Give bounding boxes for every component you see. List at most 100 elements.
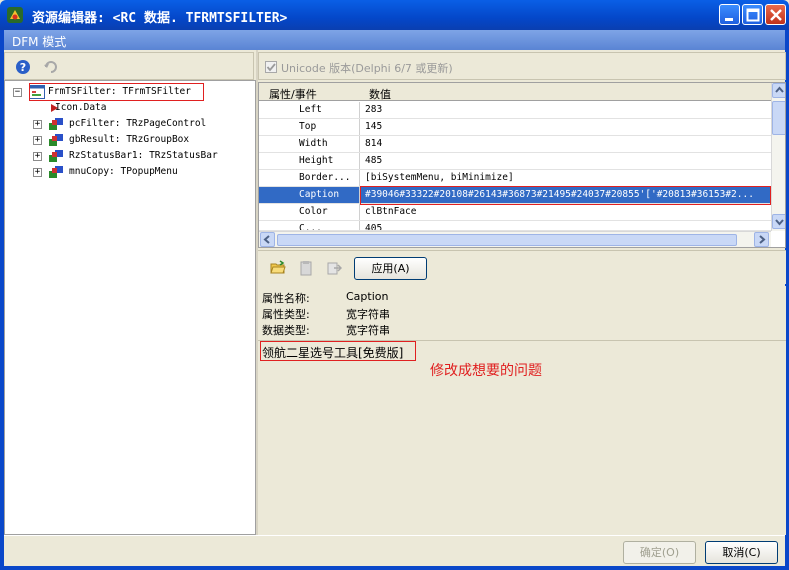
annotation-note: 修改成想要的问题 — [430, 363, 542, 379]
undo-icon[interactable] — [43, 59, 59, 75]
mode-label: DFM 模式 — [12, 35, 67, 49]
property-name: Height — [299, 155, 334, 166]
cancel-button[interactable]: 取消(C) — [705, 541, 778, 564]
property-value[interactable]: [biSystemMenu, biMinimize] — [365, 172, 514, 183]
property-name: Caption — [299, 189, 340, 200]
info-value: 宽字符串 — [346, 324, 390, 337]
expand-icon[interactable]: + — [33, 168, 42, 177]
grid-row[interactable]: Height 485 — [259, 153, 771, 170]
title-bar[interactable]: 资源编辑器: <RC 数据. TFRMTSFILTER> — [0, 0, 789, 30]
grid-row[interactable]: Left 283 — [259, 102, 771, 119]
collapse-icon[interactable]: − — [13, 88, 22, 97]
grid-row[interactable]: Width 814 — [259, 136, 771, 153]
property-info-panel: 属性名称: Caption 属性类型: 宽字符串 数据类型: 宽字符串 — [258, 286, 786, 340]
component-icon — [49, 166, 63, 178]
maximize-button[interactable] — [742, 4, 763, 25]
tree-item-label: mnuCopy: TPopupMenu — [69, 166, 178, 177]
tree-item[interactable]: + RzStatusBar1: TRzStatusBar — [5, 148, 255, 164]
header-property[interactable]: 属性/事件 — [269, 86, 317, 102]
info-row: 属性类型: 宽字符串 — [262, 306, 782, 322]
property-value[interactable]: 283 — [365, 104, 382, 115]
tree-item[interactable]: + pcFilter: TRzPageControl — [5, 116, 255, 132]
info-row: 数据类型: 宽字符串 — [262, 322, 782, 338]
open-folder-icon[interactable] — [270, 260, 286, 276]
scroll-down-button[interactable] — [772, 214, 785, 229]
info-key: 属性名称: — [262, 292, 310, 305]
caption-highlight-box — [360, 186, 771, 205]
component-icon — [49, 118, 63, 130]
property-value[interactable]: clBtnFace — [365, 206, 416, 217]
property-value[interactable]: 485 — [365, 155, 382, 166]
arrow-down-icon — [775, 219, 784, 226]
checkmark-icon — [266, 63, 276, 72]
property-value[interactable]: 814 — [365, 138, 382, 149]
value-toolbar: 应用(A) — [258, 250, 786, 284]
mode-bar: DFM 模式 — [4, 30, 785, 50]
column-divider — [359, 119, 360, 135]
grid-header: 属性/事件 数值 — [259, 83, 771, 101]
close-button[interactable] — [765, 4, 786, 25]
unicode-label: Unicode 版本(Delphi 6/7 或更新) — [281, 62, 453, 75]
arrow-right-icon — [759, 235, 766, 244]
property-value[interactable]: 145 — [365, 121, 382, 132]
column-divider — [359, 204, 360, 220]
info-value: Caption — [346, 290, 389, 303]
property-name: Top — [299, 121, 317, 132]
component-tree[interactable]: − FrmTSFilter: TFrmTSFilter Icon.Data + … — [4, 80, 256, 535]
tree-item-label: RzStatusBar1: TRzStatusBar — [69, 150, 218, 161]
scroll-thumb[interactable] — [772, 101, 785, 135]
minimize-icon — [725, 18, 733, 21]
tree-item-label: pcFilter: TRzPageControl — [69, 118, 207, 129]
root-highlight-box — [29, 83, 204, 101]
component-icon — [49, 150, 63, 162]
column-divider — [359, 102, 360, 118]
tree-item-label: gbResult: TRzGroupBox — [69, 134, 190, 145]
column-divider — [359, 221, 360, 230]
property-name: Width — [299, 138, 328, 149]
grid-row[interactable]: C... 405 — [259, 221, 771, 231]
maximize-icon — [746, 8, 760, 22]
svg-text:?: ? — [20, 61, 26, 74]
info-value: 宽字符串 — [346, 308, 390, 321]
expand-icon[interactable]: + — [33, 136, 42, 145]
clipboard-icon[interactable] — [298, 260, 314, 276]
scroll-thumb[interactable] — [277, 234, 737, 246]
property-name: Border... — [299, 172, 351, 183]
info-row: 属性名称: Caption — [262, 290, 782, 306]
tree-item[interactable]: Icon.Data — [5, 100, 255, 116]
unicode-option-bar: Unicode 版本(Delphi 6/7 或更新) — [258, 52, 786, 80]
grid-row[interactable]: Border... [biSystemMenu, biMinimize] — [259, 170, 771, 187]
expand-icon[interactable]: + — [33, 152, 42, 161]
tree-toolbar: ? — [4, 52, 254, 80]
property-grid[interactable]: 属性/事件 数值 Left 283 Top 145 Width 814 Heig… — [258, 82, 786, 248]
app-icon — [7, 7, 23, 23]
tree-item[interactable]: + mnuCopy: TPopupMenu — [5, 164, 255, 180]
scroll-left-button[interactable] — [260, 232, 275, 247]
help-icon[interactable]: ? — [15, 59, 31, 75]
export-icon[interactable] — [326, 260, 342, 276]
column-divider — [359, 170, 360, 186]
scroll-right-button[interactable] — [754, 232, 769, 247]
vertical-scrollbar[interactable] — [771, 83, 785, 231]
ok-button[interactable]: 确定(O) — [623, 541, 696, 564]
header-value[interactable]: 数值 — [369, 86, 391, 102]
expand-icon[interactable]: + — [33, 120, 42, 129]
grid-row[interactable]: Top 145 — [259, 119, 771, 136]
horizontal-scrollbar[interactable] — [259, 231, 771, 247]
column-divider — [359, 136, 360, 152]
tree-item[interactable]: + gbResult: TRzGroupBox — [5, 132, 255, 148]
arrow-left-icon — [263, 235, 270, 244]
unicode-checkbox[interactable] — [265, 61, 277, 73]
tree-item-label: Icon.Data — [55, 102, 107, 113]
apply-button[interactable]: 应用(A) — [354, 257, 427, 280]
minimize-button[interactable] — [719, 4, 740, 25]
dialog-button-bar: 确定(O) 取消(C) — [4, 535, 785, 566]
info-key: 数据类型: — [262, 324, 310, 337]
scroll-up-button[interactable] — [772, 83, 785, 98]
close-icon — [770, 9, 782, 21]
window-title: 资源编辑器: <RC 数据. TFRMTSFILTER> — [32, 11, 288, 26]
grid-row[interactable]: Color clBtnFace — [259, 204, 771, 221]
property-name: Left — [299, 104, 322, 115]
column-divider — [359, 153, 360, 169]
property-value[interactable]: 405 — [365, 223, 382, 230]
